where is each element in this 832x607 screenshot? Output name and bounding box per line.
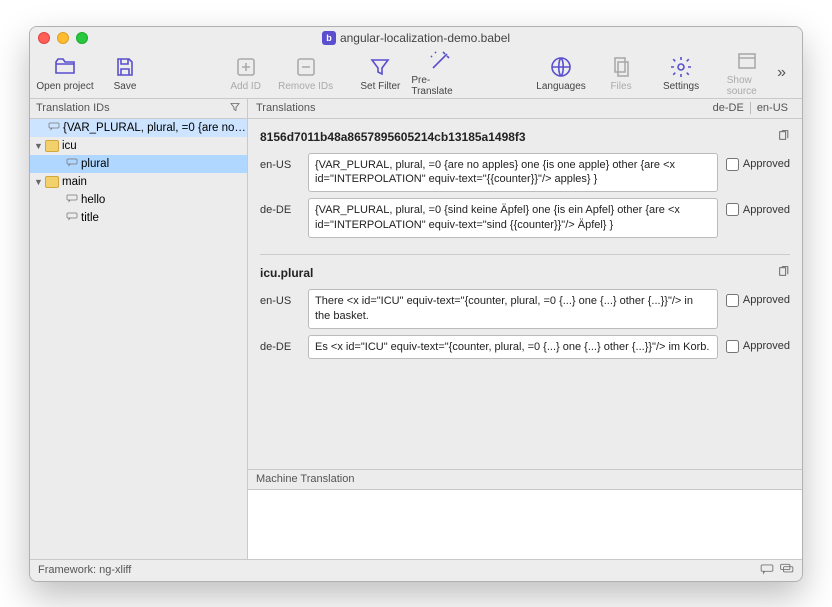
sidebar: Translation IDs {VAR_PLURAL, plural, =0 … [30,99,248,559]
translation-row: en-US {VAR_PLURAL, plural, =0 {are no ap… [260,153,790,193]
chat-icon[interactable] [760,563,774,578]
copy-icon[interactable] [777,265,790,281]
languages-button[interactable]: Languages [532,55,590,92]
folder-icon [45,176,59,188]
add-icon [234,55,258,79]
main-area: Translation IDs {VAR_PLURAL, plural, =0 … [30,99,802,559]
translation-id-tree[interactable]: {VAR_PLURAL, plural, =0 {are no… ▼ icu p… [30,119,247,559]
translation-entry: 8156d7011b48a8657895605214cb13185a1498f3… [260,129,790,255]
toolbar: Open project Save Add ID Remove IDs Set … [30,49,802,99]
approved-checkbox[interactable]: Approved [726,335,790,353]
close-window-button[interactable] [38,32,50,44]
tree-label: main [62,176,87,188]
approved-checkbox[interactable]: Approved [726,153,790,171]
add-id-button[interactable]: Add ID [217,55,275,92]
row-locale: de-DE [260,198,300,216]
content-area: Translations de-DE en-US 8156d7011b48a86… [248,99,802,559]
message-icon [66,193,78,206]
filter-icon[interactable] [229,101,241,116]
minimize-window-button[interactable] [57,32,69,44]
chat-stack-icon[interactable] [780,563,794,578]
message-icon [66,157,78,170]
row-locale: en-US [260,153,300,171]
locale-tab-de[interactable]: de-DE [707,102,750,114]
message-icon [48,121,60,134]
entry-id: icu.plural [260,266,313,280]
toolbar-overflow-button[interactable]: » [767,64,796,82]
translation-row: de-DE {VAR_PLURAL, plural, =0 {sind kein… [260,198,790,238]
tree-item-plural[interactable]: plural [30,155,247,173]
translation-text-input[interactable]: Es <x id="ICU" equiv-text="{counter, plu… [308,335,718,360]
app-icon: b [322,31,336,45]
save-button[interactable]: Save [96,55,154,92]
files-button[interactable]: Files [592,55,650,92]
tree-label: {VAR_PLURAL, plural, =0 {are no… [63,122,246,134]
disclosure-icon[interactable]: ▼ [34,141,42,151]
locale-tab-en[interactable]: en-US [750,102,794,114]
machine-translation-section: Machine Translation [248,469,802,559]
copy-icon[interactable] [777,129,790,145]
translation-row: de-DE Es <x id="ICU" equiv-text="{counte… [260,335,790,360]
translation-text-input[interactable]: There <x id="ICU" equiv-text="{counter, … [308,289,718,329]
translations-list: 8156d7011b48a8657895605214cb13185a1498f3… [248,119,802,469]
save-icon [113,55,137,79]
window-title: b angular-localization-demo.babel [30,31,802,45]
approved-checkbox[interactable]: Approved [726,289,790,307]
pre-translate-button[interactable]: Pre-Translate [411,49,469,97]
tree-item-title[interactable]: title [30,209,247,227]
wand-icon [428,49,452,73]
message-icon [66,211,78,224]
tree-label: icu [62,140,77,152]
source-icon [735,49,759,73]
files-icon [609,55,633,79]
translation-text-input[interactable]: {VAR_PLURAL, plural, =0 {are no apples} … [308,153,718,193]
locale-tabs: de-DE en-US [707,102,794,114]
folder-open-icon [53,55,77,79]
entry-id: 8156d7011b48a8657895605214cb13185a1498f3 [260,130,526,144]
translations-header: Translations de-DE en-US [248,99,802,119]
tree-item-hello[interactable]: hello [30,191,247,209]
tree-label: plural [81,158,109,170]
tree-folder-icu[interactable]: ▼ icu [30,137,247,155]
window-controls [38,32,88,44]
gear-icon [669,55,693,79]
translation-entry: icu.plural en-US There <x id="ICU" equiv… [260,265,790,376]
zoom-window-button[interactable] [76,32,88,44]
sidebar-header: Translation IDs [30,99,247,119]
filter-icon [368,55,392,79]
translation-row: en-US There <x id="ICU" equiv-text="{cou… [260,289,790,329]
mt-body [248,490,802,559]
remove-icon [294,55,318,79]
show-source-button[interactable]: Show source [727,49,767,97]
app-window: b angular-localization-demo.babel Open p… [29,26,803,582]
remove-ids-button[interactable]: Remove IDs [277,55,335,92]
row-locale: en-US [260,289,300,307]
open-project-button[interactable]: Open project [36,55,94,92]
framework-label: Framework: ng-xliff [38,564,131,576]
approved-checkbox[interactable]: Approved [726,198,790,216]
mt-header: Machine Translation [248,470,802,490]
titlebar: b angular-localization-demo.babel [30,27,802,49]
statusbar: Framework: ng-xliff [30,559,802,581]
tree-item[interactable]: {VAR_PLURAL, plural, =0 {are no… [30,119,247,137]
translation-text-input[interactable]: {VAR_PLURAL, plural, =0 {sind keine Äpfe… [308,198,718,238]
disclosure-icon[interactable]: ▼ [34,177,42,187]
tree-folder-main[interactable]: ▼ main [30,173,247,191]
globe-icon [549,55,573,79]
tree-label: title [81,212,99,224]
set-filter-button[interactable]: Set Filter [351,49,409,97]
folder-icon [45,140,59,152]
settings-button[interactable]: Settings [652,55,710,92]
tree-label: hello [81,194,105,206]
row-locale: de-DE [260,335,300,353]
